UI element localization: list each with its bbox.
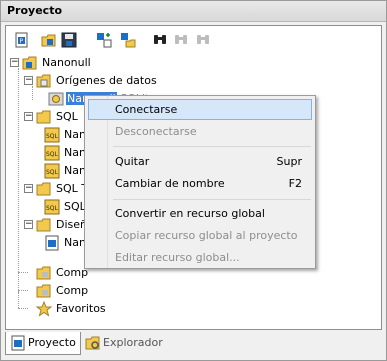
menu-item-convert-global[interactable]: Convertir en recurso global <box>88 203 312 224</box>
tree-label: SQL <box>64 200 86 213</box>
tab-label: Explorador <box>103 336 163 349</box>
window-title: Proyecto <box>7 4 63 17</box>
explorer-icon <box>85 335 101 351</box>
tab-label: Proyecto <box>28 336 76 349</box>
tree-label: Orígenes de datos <box>56 74 157 87</box>
sql-file-icon: SQL <box>44 199 60 215</box>
folder-icon <box>36 181 52 197</box>
add-files-icon[interactable] <box>96 32 112 48</box>
menu-item-shortcut: Supr <box>276 155 302 168</box>
project-folder-icon <box>22 55 38 71</box>
sql-file-icon: SQL <box>44 163 60 179</box>
tree-label: Nan <box>64 164 86 177</box>
menu-item-rename[interactable]: Cambiar de nombre F2 <box>88 173 312 194</box>
tab-project[interactable]: Proyecto <box>5 332 81 355</box>
find-next-icon <box>173 32 189 48</box>
menu-separator <box>113 199 311 200</box>
menu-item-remove[interactable]: Quitar Supr <box>88 151 312 172</box>
svg-text:SQL: SQL <box>46 151 59 158</box>
find-previous-icon <box>195 32 211 48</box>
sql-file-icon: SQL <box>44 145 60 161</box>
svg-text:P: P <box>20 38 24 45</box>
project-icon <box>10 335 26 351</box>
menu-item-connect[interactable]: Conectarse <box>88 99 312 120</box>
tree-line <box>32 86 33 100</box>
menu-item-label: Cambiar de nombre <box>115 177 225 190</box>
tree-label: Comp <box>56 284 89 297</box>
menu-item-label: Convertir en recurso global <box>115 207 265 220</box>
tree-label: Nan <box>64 128 86 141</box>
star-icon <box>35 300 53 317</box>
menu-item-shortcut: F2 <box>288 177 302 190</box>
menu-item-label: Desconectarse <box>115 125 197 138</box>
new-project-icon[interactable]: P <box>14 32 30 48</box>
tree-line <box>18 68 19 292</box>
menu-item-edit-global: Editar recurso global... <box>88 247 312 268</box>
svg-text:SQL: SQL <box>46 205 59 212</box>
tree-label: Nanonull <box>42 56 91 69</box>
save-project-icon[interactable] <box>61 32 77 48</box>
tree-line <box>18 290 28 291</box>
folder-icon <box>36 217 52 233</box>
folder-open-icon <box>36 73 52 89</box>
find-icon[interactable] <box>152 32 168 48</box>
menu-item-label: Copiar recurso global al proyecto <box>115 229 298 242</box>
tree-label: Nan <box>64 236 86 249</box>
add-folder-icon[interactable] <box>120 32 136 48</box>
menu-item-disconnect: Desconectarse <box>88 121 312 142</box>
window-titlebar[interactable]: Proyecto <box>1 1 386 22</box>
open-project-icon[interactable] <box>41 32 57 48</box>
tree-label: Diseñ <box>56 218 87 231</box>
panel-tabs: Proyecto Explorador <box>1 332 386 360</box>
tree-label: SQL <box>56 110 78 123</box>
design-file-icon <box>44 235 60 251</box>
tree-line <box>18 308 28 309</box>
svg-text:SQL: SQL <box>46 133 59 140</box>
collapse-icon[interactable]: − <box>24 112 33 121</box>
project-toolbar: P <box>6 26 381 54</box>
folder-icon <box>36 265 52 281</box>
collapse-icon[interactable]: − <box>24 220 33 229</box>
sql-file-icon: SQL <box>44 127 60 143</box>
menu-item-label: Editar recurso global... <box>115 251 240 264</box>
tree-label: Favoritos <box>56 302 106 315</box>
folder-icon <box>36 283 52 299</box>
tab-explorer[interactable]: Explorador <box>81 332 165 354</box>
tree-line <box>18 272 28 273</box>
collapse-icon[interactable]: − <box>24 184 33 193</box>
menu-item-copy-global: Copiar recurso global al proyecto <box>88 225 312 246</box>
tree-label: Nan <box>64 146 86 159</box>
collapse-icon[interactable]: − <box>10 58 19 67</box>
tree-line <box>18 292 19 308</box>
database-connection-icon <box>48 91 64 107</box>
folder-icon <box>36 109 52 125</box>
menu-separator <box>113 146 311 147</box>
svg-text:SQL: SQL <box>46 169 59 176</box>
menu-item-label: Quitar <box>115 155 150 168</box>
project-window: Proyecto P − Nanonull − Orígenes de dato… <box>0 0 387 361</box>
context-menu: Conectarse Desconectarse Quitar Supr Cam… <box>84 95 316 269</box>
menu-item-label: Conectarse <box>115 103 178 116</box>
collapse-icon[interactable]: − <box>24 76 33 85</box>
